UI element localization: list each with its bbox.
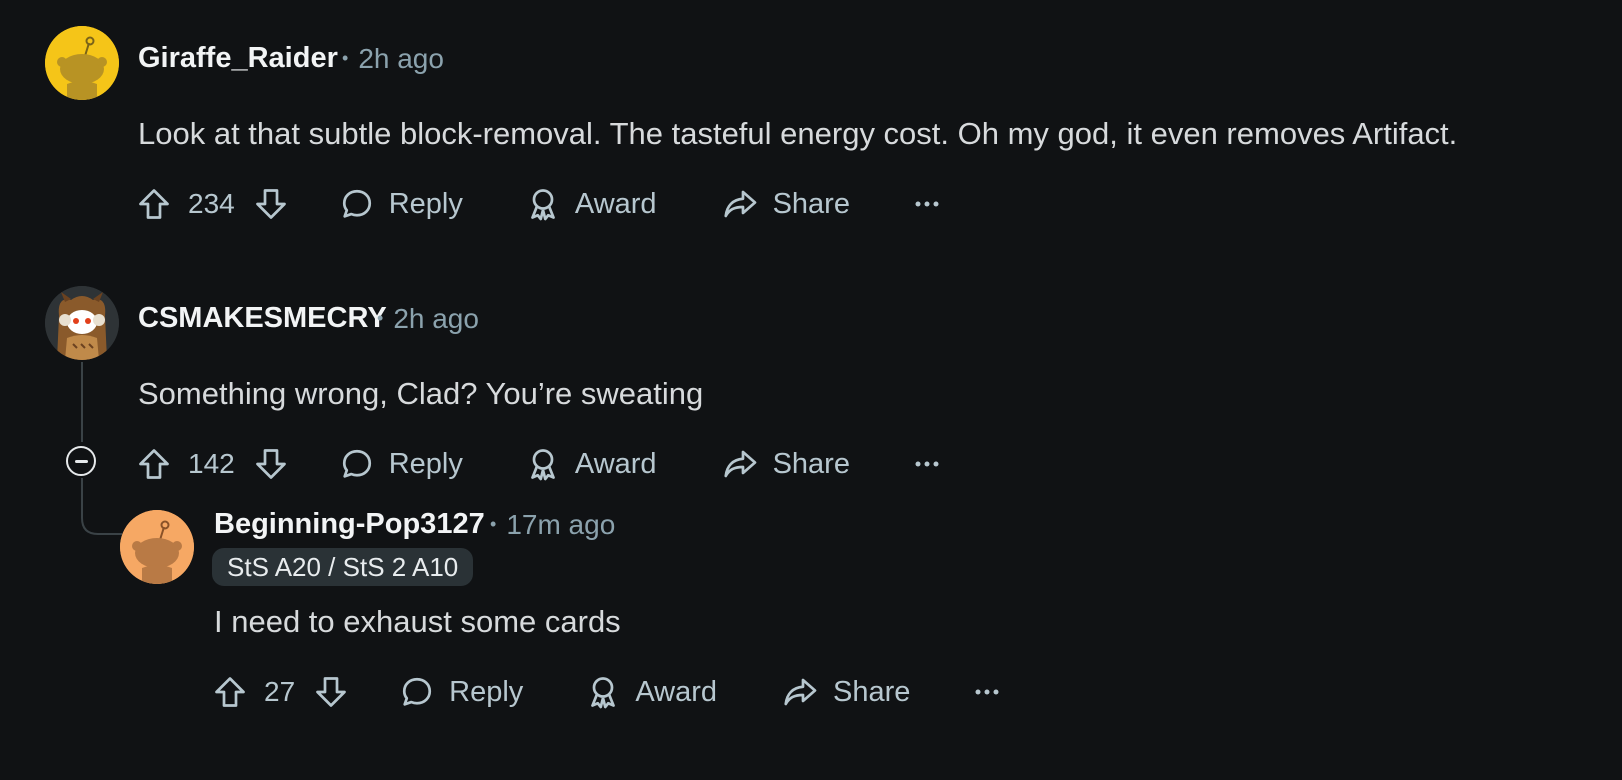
share-button[interactable]: Share <box>721 186 850 222</box>
vote-count: 234 <box>188 188 235 219</box>
award-button[interactable]: Award <box>525 186 657 222</box>
award-icon <box>531 189 555 221</box>
upvote-icon[interactable] <box>136 446 172 482</box>
snoo-avatar-icon <box>45 26 119 100</box>
more-options-icon[interactable] <box>974 688 1000 696</box>
reply-connector <box>81 478 122 535</box>
thread-line[interactable] <box>81 362 83 442</box>
username[interactable]: Beginning-Pop3127 <box>214 508 485 541</box>
share-label: Share <box>833 675 911 708</box>
reply-label: Reply <box>388 187 463 220</box>
time-text: 17m ago <box>506 509 616 540</box>
downvote-icon[interactable] <box>313 674 349 710</box>
time-text: 2h ago <box>358 43 444 74</box>
share-label: Share <box>772 447 850 480</box>
more-options-icon[interactable] <box>914 200 940 208</box>
comment-actions: 27 Reply Award Share <box>212 668 1000 716</box>
timestamp: • 2h ago <box>377 303 479 334</box>
award-label: Award <box>574 447 657 480</box>
snoo-avatar-icon <box>120 510 194 584</box>
vote-group: 142 <box>136 446 289 482</box>
reply-label: Reply <box>388 447 463 480</box>
comment-body: Something wrong, Clad? You’re sweating <box>138 376 704 411</box>
upvote-icon[interactable] <box>212 674 248 710</box>
reply-label: Reply <box>449 675 524 708</box>
award-icon <box>591 677 616 709</box>
share-label: Share <box>772 187 850 220</box>
comment-actions: 234 Reply Award Share <box>136 180 940 228</box>
comment-body: I need to exhaust some cards <box>214 604 621 639</box>
comment-actions: 142 Reply Award Share <box>136 440 940 488</box>
upvote-icon[interactable] <box>136 186 172 222</box>
share-icon <box>723 450 756 478</box>
vote-count: 142 <box>188 448 235 479</box>
avatar[interactable] <box>120 510 194 584</box>
vote-group: 234 <box>136 186 289 222</box>
time-text: 2h ago <box>393 303 479 334</box>
award-icon <box>531 449 555 481</box>
share-button[interactable]: Share <box>721 446 850 482</box>
user-flair: StS A20 / StS 2 A10 <box>212 548 474 586</box>
comment-bubble-icon <box>403 677 432 706</box>
username[interactable]: Giraffe_Raider <box>138 42 338 75</box>
reply-button[interactable]: Reply <box>339 186 463 222</box>
award-button[interactable]: Award <box>585 674 717 710</box>
award-label: Award <box>635 675 717 708</box>
comment-body: Look at that subtle block-removal. The t… <box>138 116 1458 151</box>
avatar[interactable] <box>45 26 119 100</box>
share-icon <box>723 190 756 218</box>
comment-bubble-icon <box>342 449 371 478</box>
collapse-thread-button[interactable] <box>66 446 96 476</box>
share-icon <box>784 678 817 706</box>
avatar[interactable] <box>45 286 119 360</box>
username[interactable]: CSMAKESMECRY <box>138 302 387 335</box>
downvote-icon[interactable] <box>253 186 289 222</box>
reply-button[interactable]: Reply <box>339 446 463 482</box>
vote-group: 27 <box>212 674 349 710</box>
snoo-owl-costume-avatar-icon <box>45 286 119 360</box>
award-button[interactable]: Award <box>525 446 657 482</box>
share-button[interactable]: Share <box>781 674 910 710</box>
timestamp: • 2h ago <box>342 43 444 74</box>
comment-bubble-icon <box>342 189 371 218</box>
downvote-icon[interactable] <box>253 446 289 482</box>
award-label: Award <box>574 187 657 220</box>
comment-thread: Giraffe_Raider • 2h ago Look at that subt… <box>0 0 1622 780</box>
more-options-icon[interactable] <box>914 460 940 468</box>
reply-button[interactable]: Reply <box>399 674 523 710</box>
timestamp: • 17m ago <box>490 509 616 540</box>
minus-icon <box>74 459 88 463</box>
vote-count: 27 <box>264 676 296 707</box>
